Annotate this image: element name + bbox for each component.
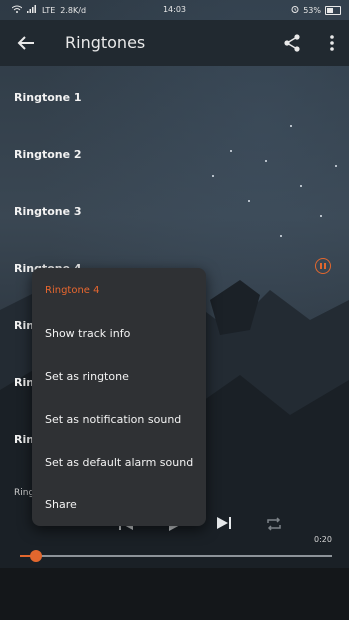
menu-item-set-alarm[interactable]: Set as default alarm sound (45, 456, 193, 469)
battery-icon (325, 5, 341, 15)
menu-item-set-ringtone[interactable]: Set as ringtone (45, 370, 129, 383)
back-arrow-icon[interactable] (14, 31, 38, 55)
star-image (248, 200, 250, 202)
pause-icon[interactable] (315, 258, 331, 274)
list-item[interactable]: Ringtone 3 (14, 205, 82, 218)
menu-header: Ringtone 4 (45, 285, 100, 296)
moon-image (307, 72, 339, 110)
elapsed-time: 0:20 (314, 535, 332, 544)
star-image (290, 125, 292, 127)
repeat-icon[interactable] (265, 515, 283, 537)
seek-bar[interactable] (20, 555, 332, 557)
star-image (212, 175, 214, 177)
menu-item-show-track-info[interactable]: Show track info (45, 327, 130, 340)
screen: LTE 2.8K/d 14:03 53% Ringtones Ringtone … (0, 0, 349, 620)
status-bar: LTE 2.8K/d 14:03 53% (0, 0, 349, 20)
list-item[interactable]: Ringtone 1 (14, 91, 82, 104)
list-item[interactable]: Ringtone 2 (14, 148, 82, 161)
more-options-icon[interactable] (327, 32, 337, 54)
bottom-bar (0, 568, 349, 620)
menu-item-set-notification[interactable]: Set as notification sound (45, 413, 181, 426)
alarm-icon (291, 5, 299, 15)
star-image (280, 235, 282, 237)
next-icon[interactable] (215, 514, 235, 536)
menu-item-share[interactable]: Share (45, 498, 77, 511)
battery-percent: 53% (303, 5, 321, 15)
star-image (300, 185, 302, 187)
star-image (230, 150, 232, 152)
star-image (265, 160, 267, 162)
seek-thumb[interactable] (29, 550, 42, 562)
share-icon[interactable] (281, 32, 303, 54)
star-image (320, 215, 322, 217)
star-image (335, 165, 337, 167)
app-bar: Ringtones (0, 20, 349, 66)
page-title: Ringtones (65, 33, 146, 52)
context-menu: Ringtone 4 Show track info Set as ringto… (32, 268, 206, 526)
